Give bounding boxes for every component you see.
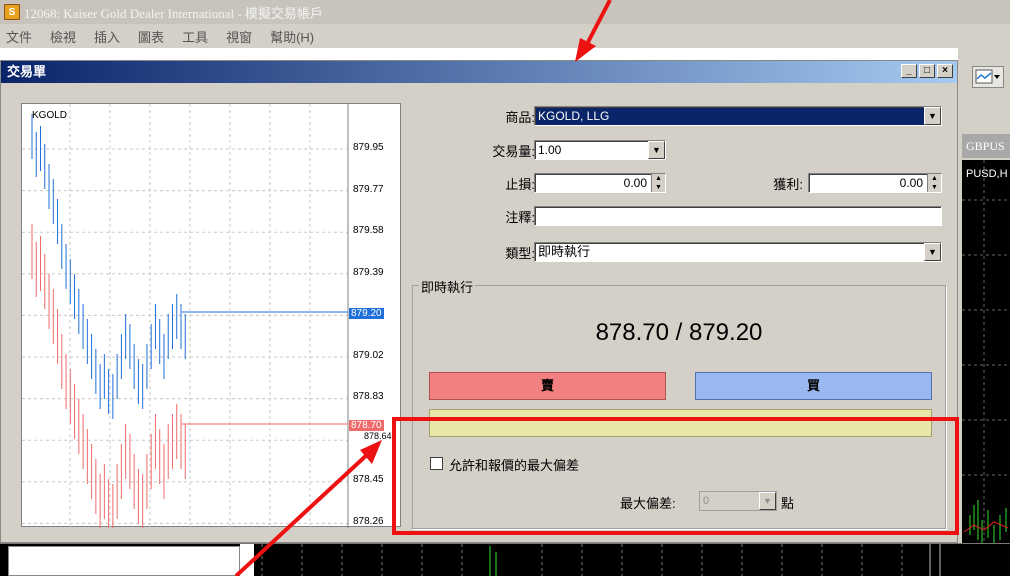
arrow-head-icon [575,38,596,62]
annotation-arrow-bottom [234,450,372,576]
annotation-arrow-top [584,0,612,47]
annotation-arrows [234,0,612,576]
